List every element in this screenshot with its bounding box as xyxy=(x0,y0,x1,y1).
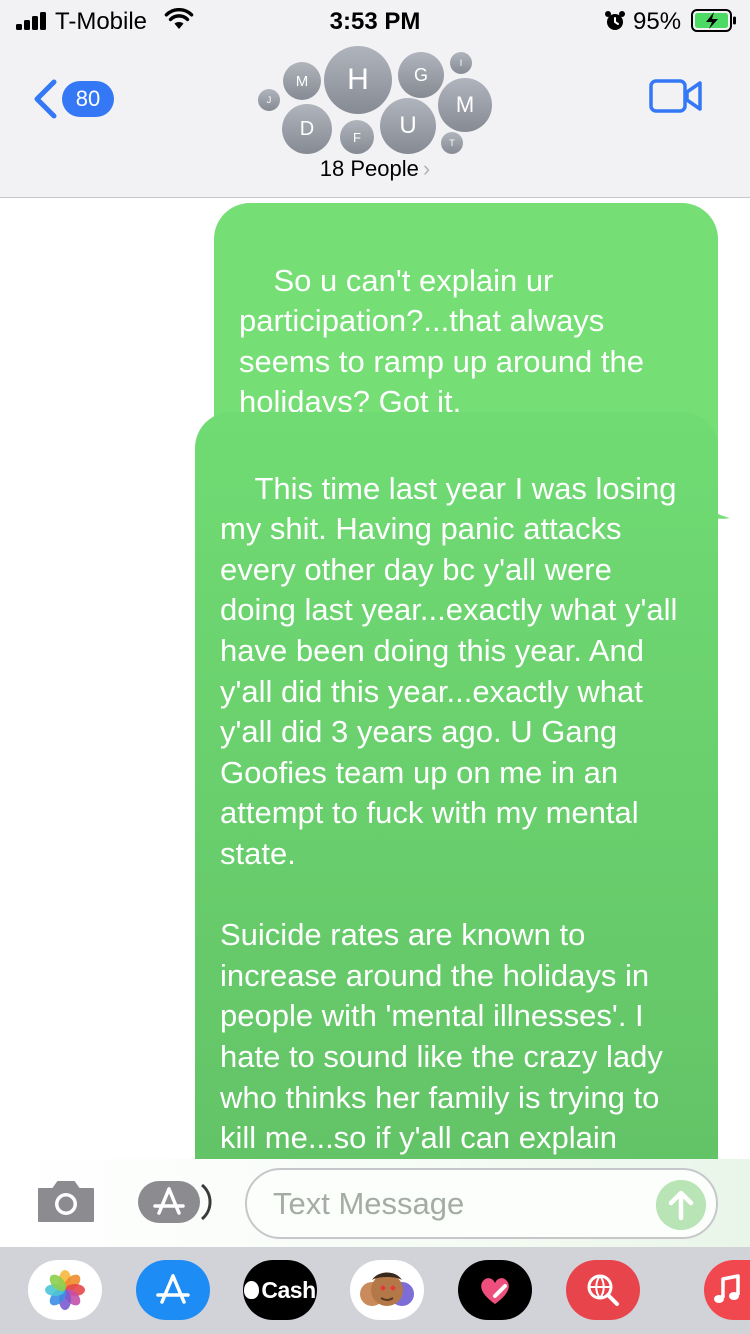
avatar: M xyxy=(283,62,321,100)
alarm-icon xyxy=(605,11,625,30)
status-bar: T-Mobile 3:53 PM 95% xyxy=(0,0,750,40)
message-text: So u can't explain ur participation?...t… xyxy=(239,262,653,420)
camera-icon[interactable] xyxy=(35,1177,97,1225)
battery-percentage: 95% xyxy=(633,8,682,35)
avatar: U xyxy=(380,98,436,154)
avatar: I xyxy=(450,52,472,74)
avatar: H xyxy=(324,46,392,114)
app-store-icon[interactable] xyxy=(136,1179,214,1225)
music-note-glyph xyxy=(714,1274,740,1303)
sent-message-bubble[interactable]: This time last year I was losing my shit… xyxy=(195,412,718,1159)
message-input[interactable] xyxy=(273,1182,633,1226)
avatar: T xyxy=(441,132,463,154)
avatar: M xyxy=(438,78,492,132)
send-arrow-icon[interactable] xyxy=(656,1180,706,1230)
app-store-glyph xyxy=(156,1274,190,1304)
globe-search-glyph xyxy=(587,1274,619,1306)
heart-glyph xyxy=(481,1278,509,1304)
chevron-right-icon: › xyxy=(422,156,431,181)
avatar: J xyxy=(258,89,280,111)
message-input-field[interactable] xyxy=(245,1168,718,1239)
photos-icon[interactable] xyxy=(28,1260,102,1320)
message-thread[interactable]: So u can't explain ur participation?...t… xyxy=(0,199,750,1159)
imessage-app-drawer: Cash xyxy=(0,1247,750,1334)
chevron-left-icon xyxy=(34,79,57,119)
avatar: G xyxy=(398,52,444,98)
cash-app-icon[interactable]: Cash xyxy=(243,1260,317,1320)
cash-label: Cash xyxy=(261,1276,316,1303)
app-store-icon[interactable] xyxy=(136,1260,210,1320)
group-avatar-cluster[interactable]: M H G I J D F U T M xyxy=(255,46,495,156)
video-camera-icon[interactable] xyxy=(649,78,703,114)
group-name-label: 18 People xyxy=(319,156,419,181)
heart-app-icon[interactable] xyxy=(458,1260,532,1320)
apple-logo-icon xyxy=(244,1281,260,1299)
memoji-faces xyxy=(360,1272,414,1306)
group-name-link[interactable]: 18 People › xyxy=(0,156,750,182)
photos-flower xyxy=(45,1270,85,1310)
unread-count-badge: 80 xyxy=(62,81,114,117)
web-search-icon[interactable] xyxy=(566,1260,640,1320)
battery-charging-icon xyxy=(691,9,736,32)
avatar: D xyxy=(282,104,332,154)
conversation-header: 80 M H G I J D F U T M 18 People › xyxy=(0,40,750,198)
compose-bar xyxy=(0,1159,750,1247)
back-button[interactable]: 80 xyxy=(32,77,122,121)
message-text: This time last year I was losing my shit… xyxy=(220,470,678,1156)
music-icon[interactable] xyxy=(704,1260,750,1320)
memoji-icon[interactable] xyxy=(350,1260,424,1320)
avatar: F xyxy=(340,120,374,154)
